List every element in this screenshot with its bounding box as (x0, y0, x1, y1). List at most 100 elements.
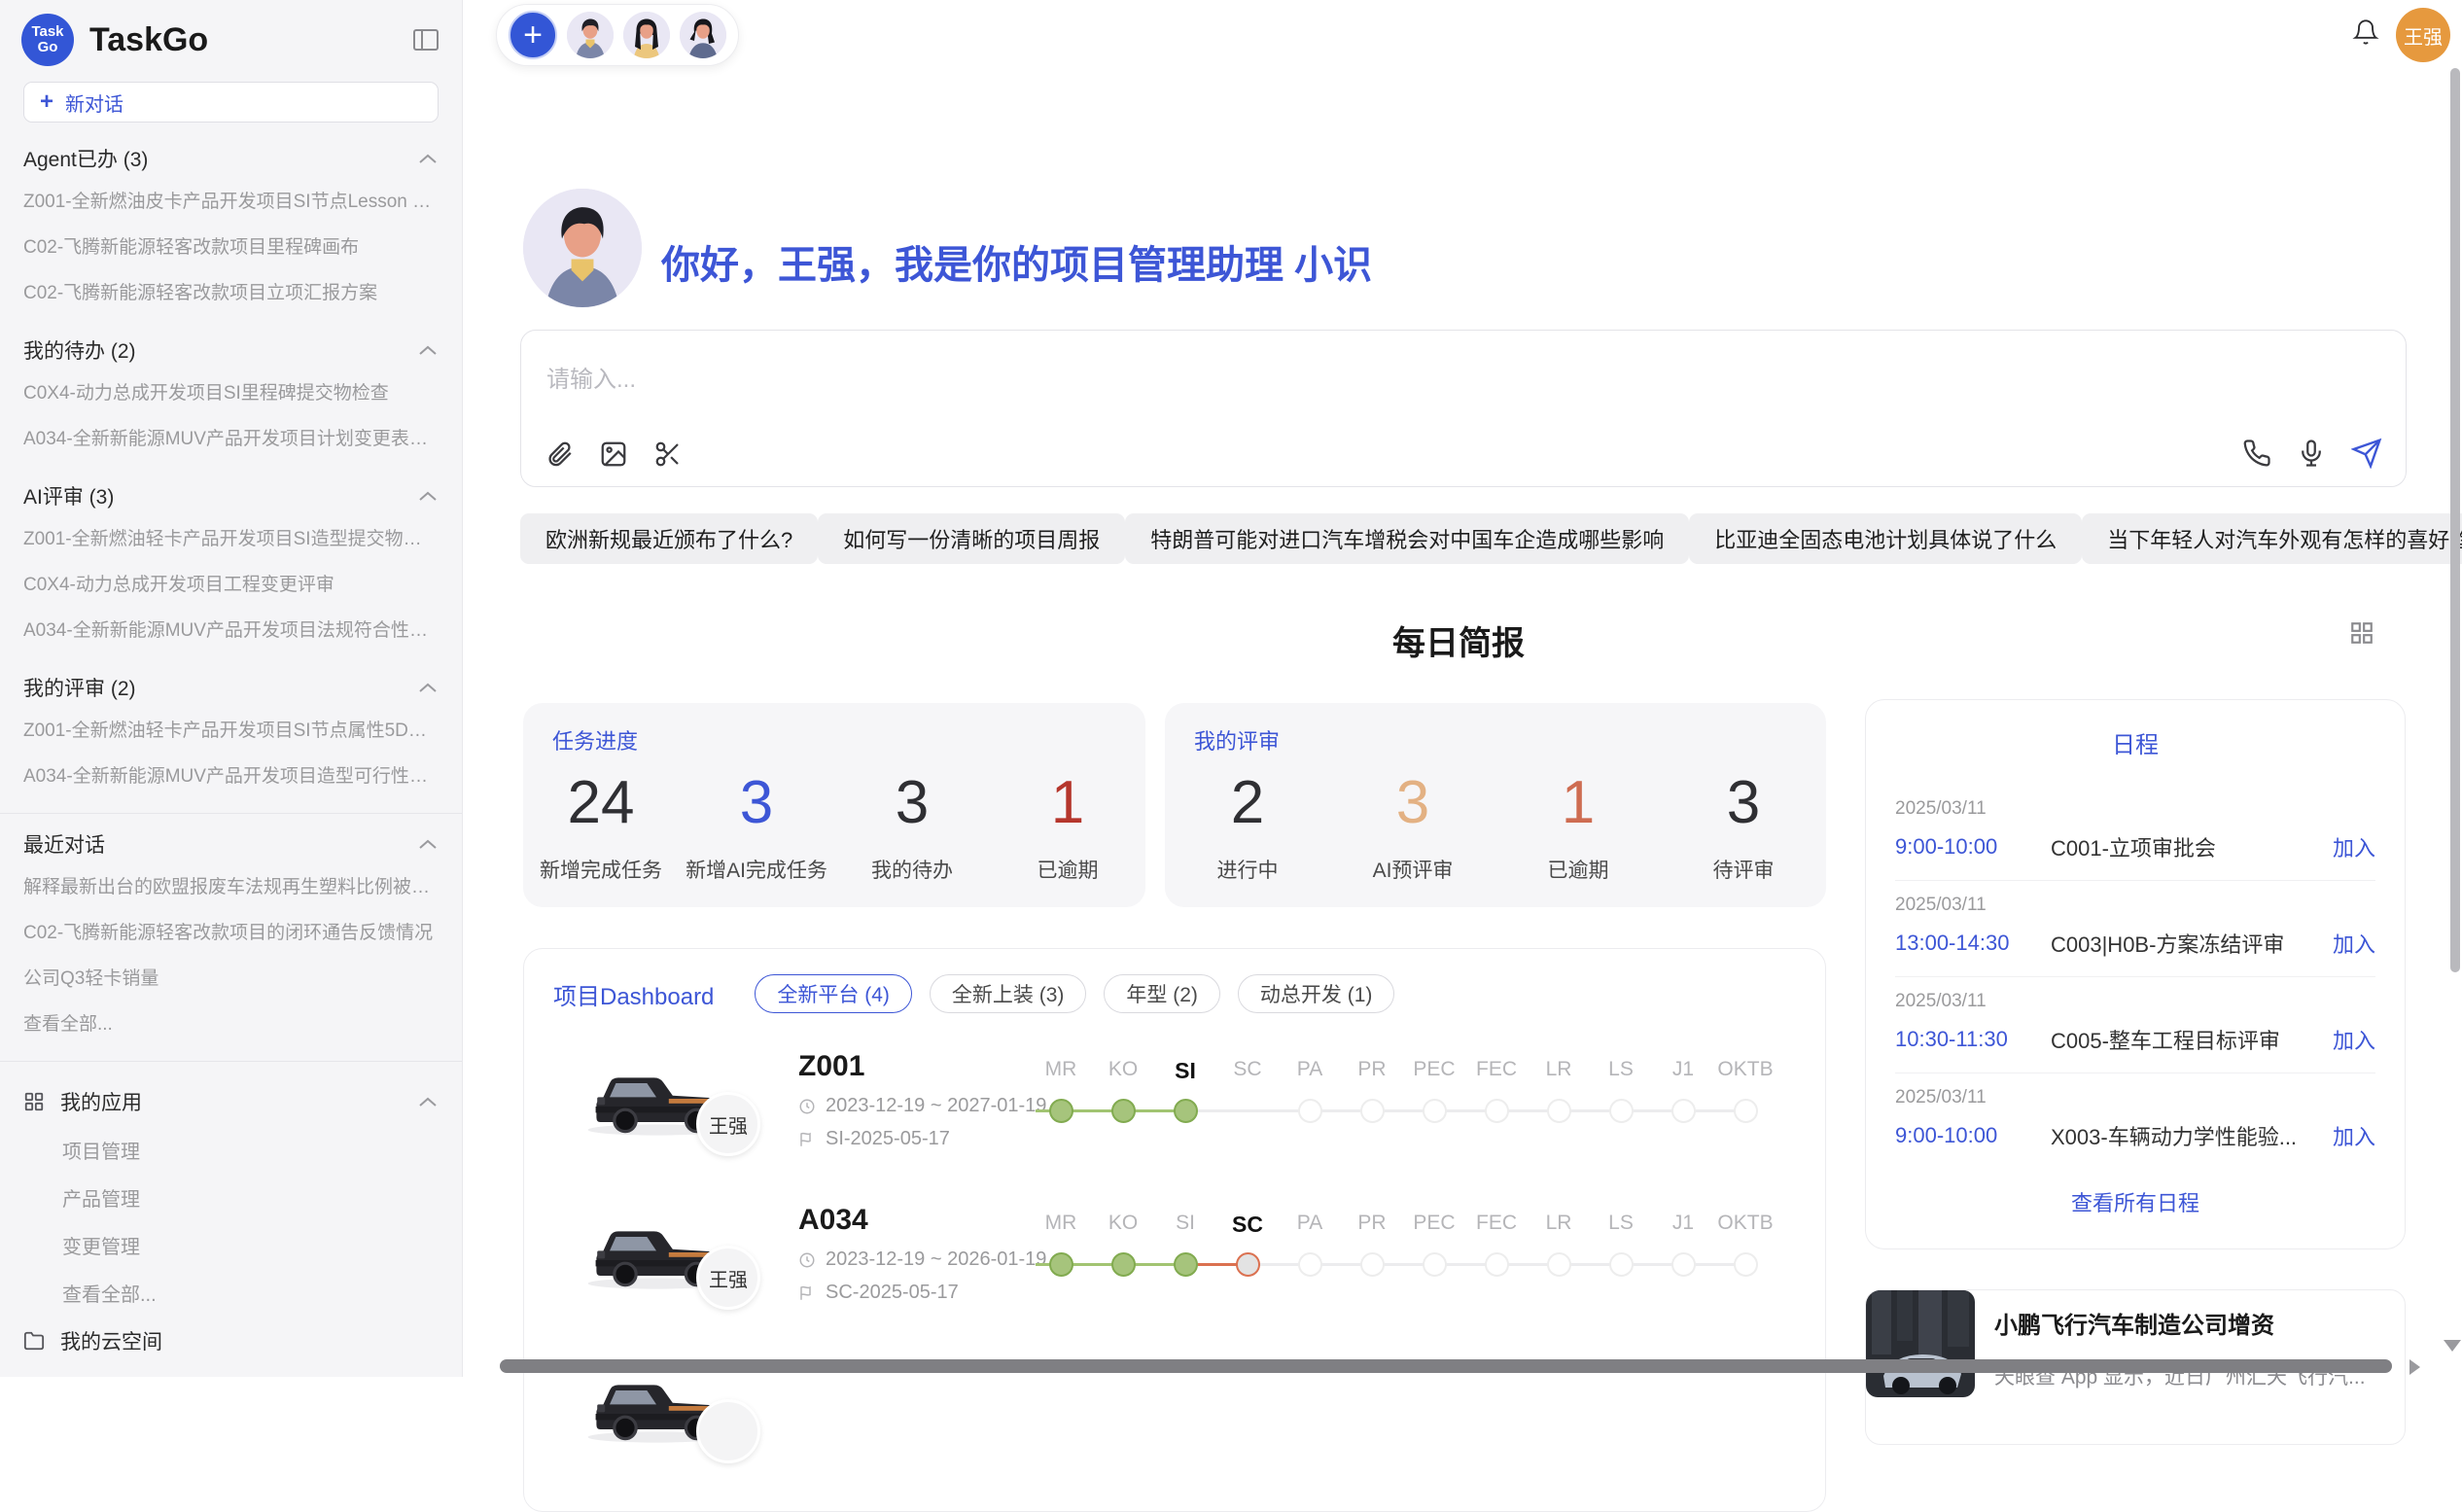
scroll-down-arrow[interactable] (2444, 1340, 2461, 1352)
sidebar-task-item[interactable]: A034-全新新能源MUV产品开发项目计划变更表编写 (23, 414, 439, 460)
milestone-dot[interactable] (1236, 1252, 1260, 1277)
join-meeting-link[interactable]: 加入 (2333, 1120, 2375, 1151)
scroll-right-arrow[interactable] (2409, 1359, 2420, 1375)
milestone-dot[interactable] (1547, 1099, 1571, 1123)
milestone-dot[interactable] (1485, 1099, 1509, 1123)
project-row[interactable]: 王强A0342023-12-19 ~ 2026-01-19SC-2025-05-… (579, 1204, 1806, 1357)
suggestion-chip[interactable]: 欧洲新规最近颁布了什么? (520, 513, 818, 564)
milestone-dot[interactable] (1423, 1252, 1447, 1277)
notifications-bell-icon[interactable] (2352, 18, 2379, 47)
my-review-card: 我的评审2进行中3AI预评审1已逾期3待评审 (1165, 703, 1826, 907)
sidebar-task-item[interactable]: A034-全新新能源MUV产品开发项目造型可行性评审 (23, 752, 439, 797)
join-meeting-link[interactable]: 加入 (2333, 928, 2375, 959)
group-header[interactable]: 我的评审 (2) (23, 673, 439, 702)
image-icon[interactable] (599, 440, 628, 469)
member-avatar-3[interactable] (680, 12, 726, 58)
add-agent-button[interactable]: + (509, 11, 557, 59)
chevron-up-icon[interactable] (417, 681, 439, 694)
sidebar-task-item[interactable]: C0X4-动力总成开发项目工程变更评审 (23, 560, 439, 606)
recent-conversation-item[interactable]: 公司Q3轻卡销量 (23, 954, 439, 1000)
recent-conversation-item[interactable]: 查看全部... (23, 1000, 439, 1045)
recent-conversation-item[interactable]: 解释最新出台的欧盟报废车法规再生塑料比例被调至15%... (23, 862, 439, 908)
milestone-dot[interactable] (1049, 1099, 1073, 1123)
horizontal-scrollbar[interactable] (500, 1359, 2392, 1373)
project-row[interactable]: 王强Z0012023-12-19 ~ 2027-01-19SI-2025-05-… (579, 1050, 1806, 1204)
chat-input-box[interactable]: 请输入... (520, 330, 2407, 487)
milestone-dot[interactable] (1360, 1099, 1385, 1123)
schedule-item[interactable]: 2025/03/1110:30-11:30C005-整车工程目标评审加入 (1895, 977, 2375, 1073)
group-header[interactable]: Agent已办 (3) (23, 144, 439, 173)
microphone-icon[interactable] (2297, 439, 2326, 468)
project-name[interactable]: A034 (798, 1204, 868, 1237)
join-meeting-link[interactable]: 加入 (2333, 831, 2375, 862)
group-header[interactable]: AI评审 (3) (23, 481, 439, 510)
milestone-dot[interactable] (1174, 1252, 1198, 1277)
sidebar-item-cloud-space[interactable]: 我的云空间 (0, 1317, 462, 1365)
group-header[interactable]: 我的待办 (2) (23, 335, 439, 365)
chevron-up-icon[interactable] (417, 343, 439, 357)
dashboard-tab[interactable]: 动总开发 (1) (1238, 974, 1395, 1013)
chevron-up-icon[interactable] (417, 152, 439, 165)
milestone-dot[interactable] (1609, 1099, 1634, 1123)
sidebar-task-item[interactable]: Z001-全新燃油皮卡产品开发项目SI节点Lesson Learn报告 (23, 177, 439, 223)
dashboard-tab[interactable]: 年型 (2) (1104, 974, 1220, 1013)
view-all-schedule-link[interactable]: 查看所有日程 (1895, 1169, 2375, 1235)
milestone-dot[interactable] (1734, 1252, 1758, 1277)
sidebar-item-favorites[interactable]: 我的收藏 (0, 1365, 462, 1377)
app-sub-item[interactable]: 查看全部... (0, 1269, 462, 1317)
milestone-dot[interactable] (1360, 1252, 1385, 1277)
chevron-up-icon[interactable] (417, 1095, 439, 1108)
sidebar-task-item[interactable]: Z001-全新燃油轻卡产品开发项目SI节点属性5D文件评审 (23, 706, 439, 752)
app-logo[interactable]: Task Go (21, 14, 74, 66)
dashboard-tab[interactable]: 全新平台 (4) (755, 974, 912, 1013)
milestone-dot[interactable] (1609, 1252, 1634, 1277)
schedule-item[interactable]: 2025/03/1113:00-14:30C003|H0B-方案冻结评审加入 (1895, 881, 2375, 977)
milestone-dot[interactable] (1547, 1252, 1571, 1277)
suggestion-chip[interactable]: 比亚迪全固态电池计划具体说了什么 (1689, 513, 2082, 564)
sidebar-task-item[interactable]: Z001-全新燃油轻卡产品开发项目SI造型提交物评审 (23, 514, 439, 560)
schedule-item[interactable]: 2025/03/119:00-10:00X003-车辆动力学性能验...加入 (1895, 1073, 2375, 1169)
send-icon[interactable] (2351, 438, 2382, 469)
member-avatar-1[interactable] (567, 12, 614, 58)
milestone-dot[interactable] (1671, 1099, 1696, 1123)
milestone-dot[interactable] (1049, 1252, 1073, 1277)
chevron-up-icon[interactable] (417, 837, 439, 851)
sidebar-task-item[interactable]: C02-飞腾新能源轻客改款项目里程碑画布 (23, 223, 439, 268)
milestone-dot[interactable] (1671, 1252, 1696, 1277)
milestone-dot[interactable] (1298, 1252, 1322, 1277)
briefing-layout-icon[interactable] (2349, 620, 2374, 646)
stat-value: 24 (523, 763, 679, 843)
attachment-icon[interactable] (545, 440, 574, 469)
app-sub-item[interactable]: 项目管理 (0, 1126, 462, 1174)
user-avatar[interactable]: 王强 (2396, 8, 2450, 62)
chevron-up-icon[interactable] (417, 489, 439, 503)
phone-call-icon[interactable] (2242, 439, 2271, 468)
milestone-dot[interactable] (1298, 1099, 1322, 1123)
suggestion-chip[interactable]: 如何写一份清晰的项目周报 (818, 513, 1125, 564)
milestone-dot[interactable] (1734, 1099, 1758, 1123)
vertical-scrollbar[interactable] (2450, 68, 2460, 972)
milestone-dot[interactable] (1111, 1252, 1136, 1277)
sidebar-task-item[interactable]: C02-飞腾新能源轻客改款项目立项汇报方案 (23, 268, 439, 314)
suggestion-chip[interactable]: 当下年轻人对汽车外观有怎样的喜好趋势 (2082, 513, 2462, 564)
milestone-dot[interactable] (1423, 1099, 1447, 1123)
sidebar-task-item[interactable]: A034-全新新能源MUV产品开发项目法规符合性评审 (23, 606, 439, 651)
milestone-dot[interactable] (1111, 1099, 1136, 1123)
join-meeting-link[interactable]: 加入 (2333, 1024, 2375, 1055)
new-chat-button[interactable]: + 新对话 (23, 82, 439, 123)
project-name[interactable]: Z001 (798, 1050, 864, 1083)
sidebar-item-my-apps[interactable]: 我的应用 (0, 1077, 462, 1126)
suggestion-chip[interactable]: 特朗普可能对进口汽车增税会对中国车企造成哪些影响 (1125, 513, 1689, 564)
schedule-item[interactable]: 2025/03/119:00-10:00C001-立项审批会加入 (1895, 785, 2375, 881)
milestone-dot[interactable] (1174, 1099, 1198, 1123)
member-avatar-2[interactable] (623, 12, 670, 58)
group-header[interactable]: 最近对话 (23, 829, 439, 859)
scissors-icon[interactable] (653, 440, 683, 469)
sidebar-task-item[interactable]: C0X4-动力总成开发项目SI里程碑提交物检查 (23, 369, 439, 414)
app-sub-item[interactable]: 产品管理 (0, 1174, 462, 1221)
dashboard-tab[interactable]: 全新上装 (3) (930, 974, 1087, 1013)
collapse-sidebar-icon[interactable] (411, 27, 440, 53)
app-sub-item[interactable]: 变更管理 (0, 1221, 462, 1269)
recent-conversation-item[interactable]: C02-飞腾新能源轻客改款项目的闭环通告反馈情况 (23, 908, 439, 954)
milestone-dot[interactable] (1485, 1252, 1509, 1277)
